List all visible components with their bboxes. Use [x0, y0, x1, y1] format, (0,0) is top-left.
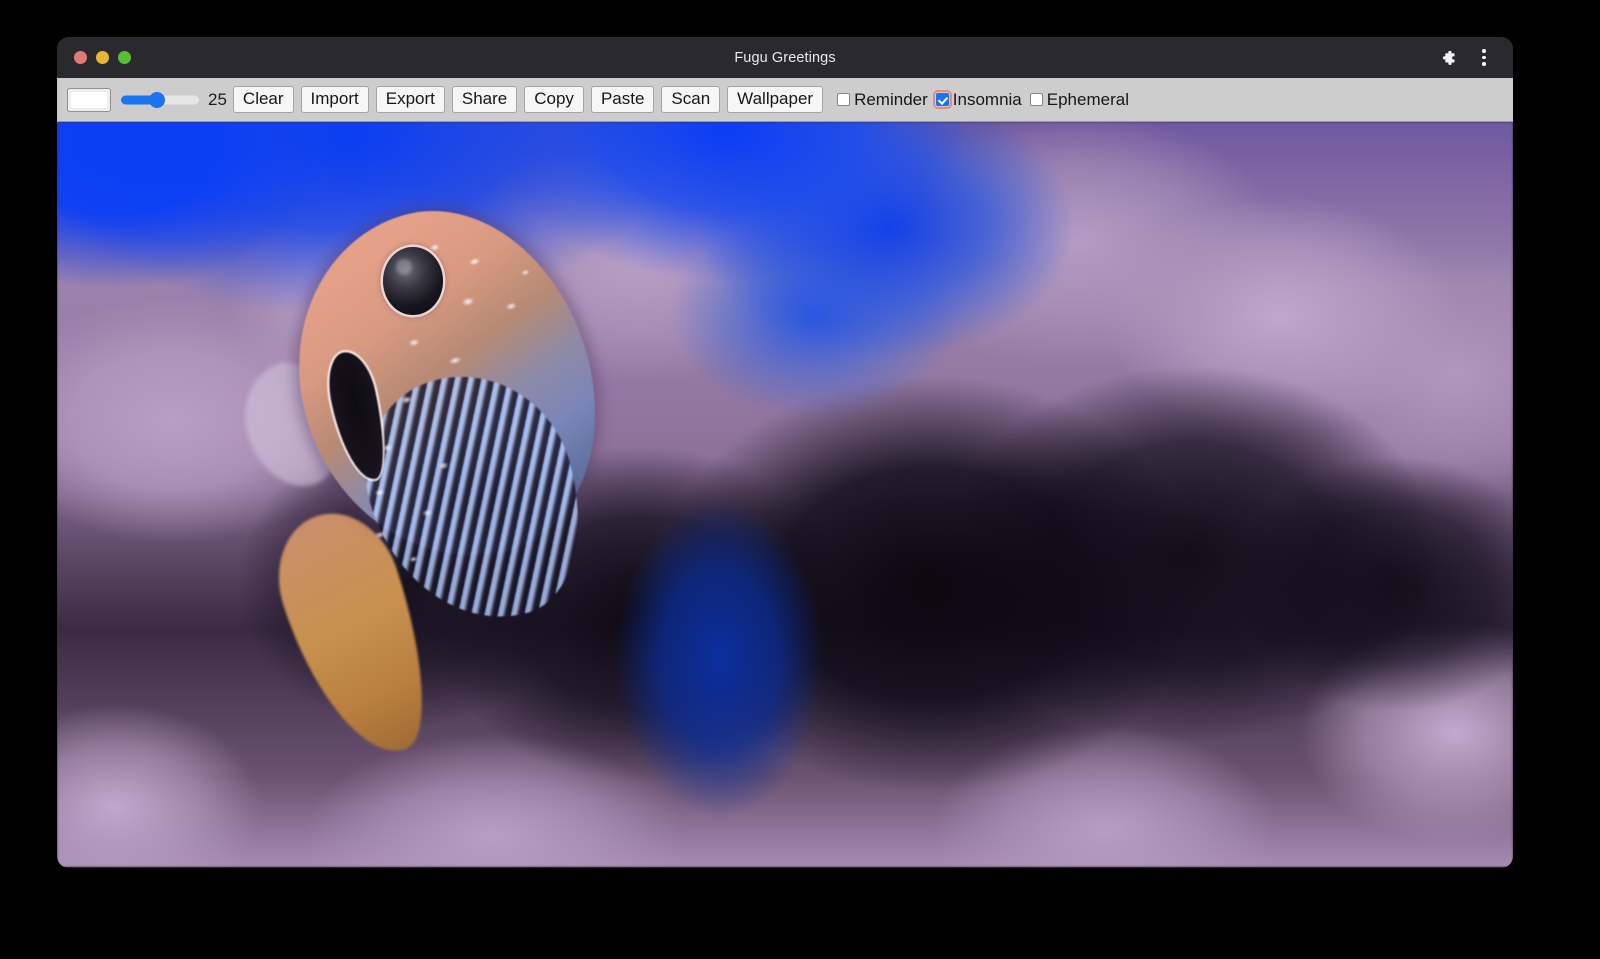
- export-button[interactable]: Export: [376, 86, 445, 113]
- share-button[interactable]: Share: [452, 86, 517, 113]
- copy-button[interactable]: Copy: [524, 86, 584, 113]
- kebab-dots: [1482, 49, 1486, 66]
- ephemeral-checkbox-group[interactable]: Ephemeral: [1030, 90, 1129, 110]
- wallpaper-button[interactable]: Wallpaper: [727, 86, 823, 113]
- extensions-puzzle-icon[interactable]: [1437, 47, 1459, 69]
- traffic-light-controls: [57, 51, 131, 64]
- slider-value-label: 25: [208, 90, 227, 110]
- color-picker[interactable]: [67, 88, 111, 112]
- clear-button[interactable]: Clear: [233, 86, 294, 113]
- insomnia-label: Insomnia: [953, 90, 1022, 110]
- browser-menu-icon[interactable]: [1473, 47, 1495, 69]
- close-window-button[interactable]: [74, 51, 87, 64]
- window-title: Fugu Greetings: [57, 50, 1513, 66]
- slider-thumb[interactable]: [149, 92, 165, 108]
- fish-eye: [383, 247, 442, 315]
- drawing-canvas[interactable]: [57, 122, 1513, 867]
- titlebar-actions: [1437, 47, 1513, 69]
- app-toolbar: 25 Clear Import Export Share Copy Paste …: [57, 78, 1513, 122]
- paste-button[interactable]: Paste: [591, 86, 654, 113]
- screen: Fugu Greetings: [0, 0, 1600, 959]
- insomnia-checkbox[interactable]: [936, 93, 949, 106]
- reminder-checkbox-group[interactable]: Reminder: [837, 90, 928, 110]
- ephemeral-checkbox[interactable]: [1030, 93, 1043, 106]
- title-bar: Fugu Greetings: [57, 37, 1513, 78]
- minimize-window-button[interactable]: [96, 51, 109, 64]
- pufferfish-subject: [268, 182, 617, 748]
- line-width-slider[interactable]: [121, 90, 199, 110]
- reminder-label: Reminder: [854, 90, 928, 110]
- import-button[interactable]: Import: [301, 86, 369, 113]
- ephemeral-label: Ephemeral: [1047, 90, 1129, 110]
- browser-window: Fugu Greetings: [57, 37, 1513, 868]
- maximize-window-button[interactable]: [118, 51, 131, 64]
- reminder-checkbox[interactable]: [837, 93, 850, 106]
- insomnia-checkbox-group[interactable]: Insomnia: [936, 90, 1022, 110]
- scan-button[interactable]: Scan: [661, 86, 720, 113]
